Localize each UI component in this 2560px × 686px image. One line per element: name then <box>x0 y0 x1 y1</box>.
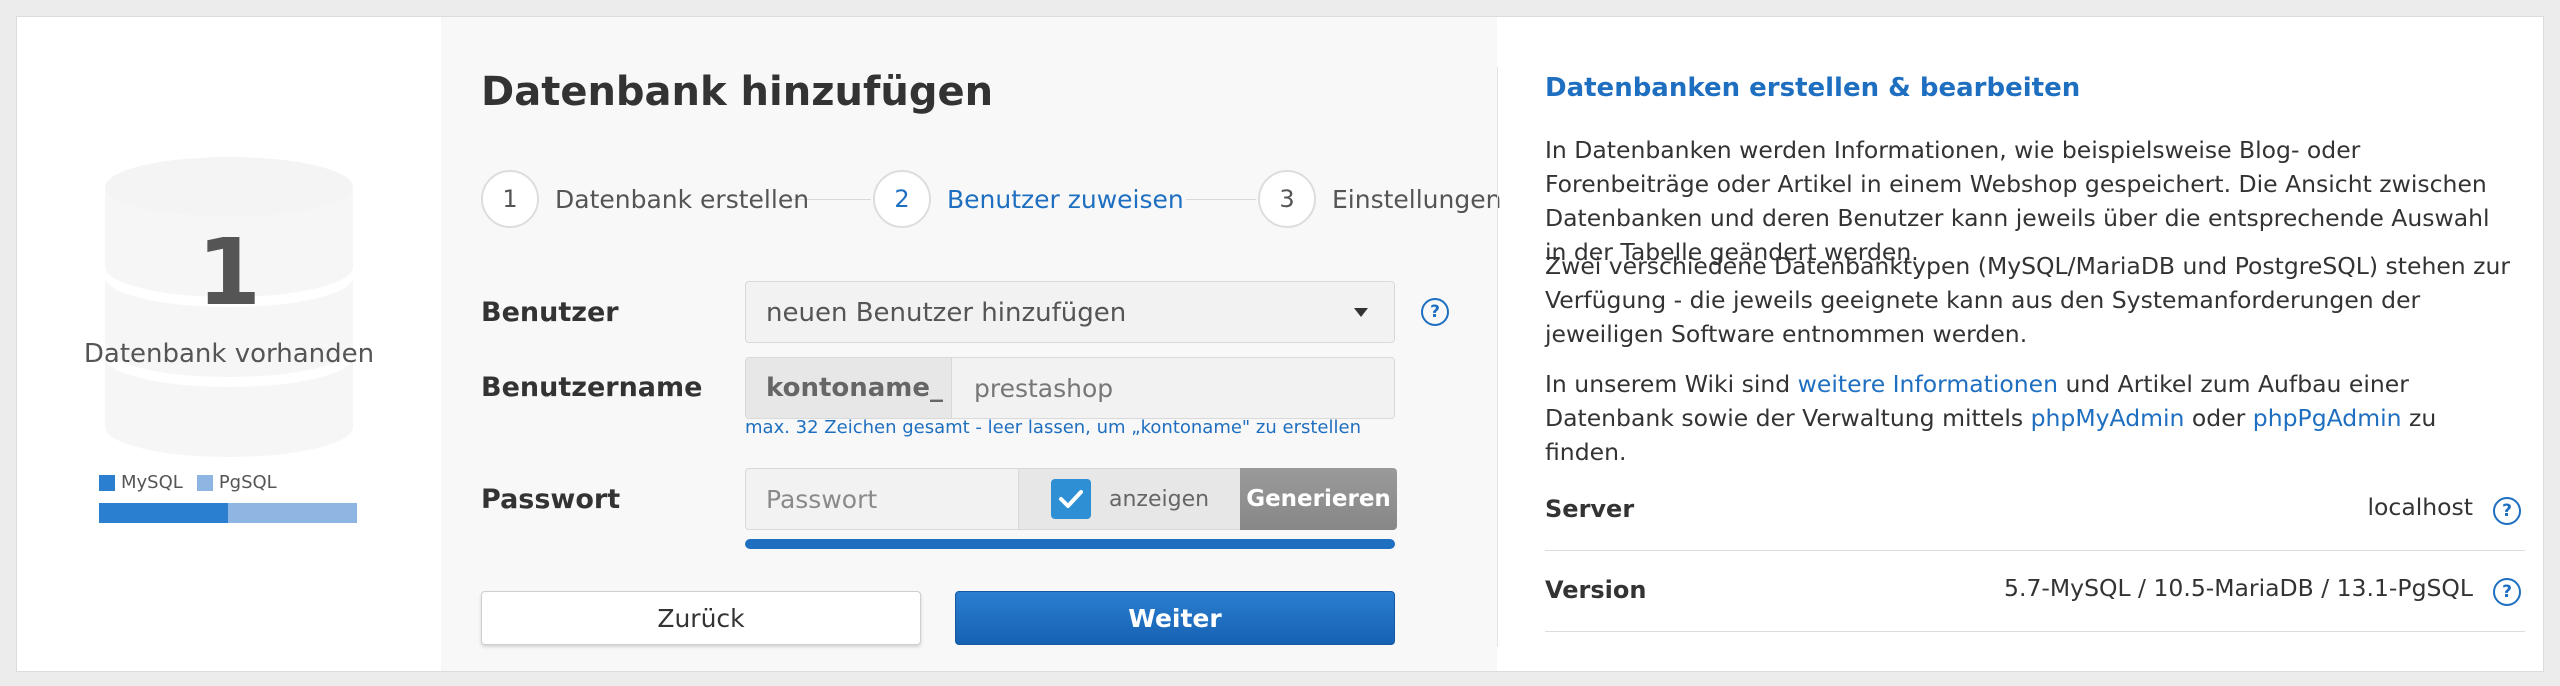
column-divider <box>1497 67 1498 647</box>
step-1-label: Datenbank erstellen <box>555 184 810 214</box>
version-row: Version 5.7-MySQL / 10.5-MariaDB / 13.1-… <box>1545 552 2525 632</box>
legend-swatch-mysql <box>99 474 115 491</box>
database-count-label: Datenbank vorhanden <box>83 339 375 369</box>
step-3[interactable]: 3 Einstellungen <box>1258 169 1501 229</box>
version-help-icon[interactable]: ? <box>2493 578 2521 606</box>
password-strength-bar <box>745 539 1395 549</box>
user-select[interactable]: neuen Benutzer hinzufügen <box>745 281 1395 343</box>
step-3-label: Einstellungen <box>1332 184 1502 214</box>
para3-text: In unserem Wiki sind <box>1545 370 1798 398</box>
password-field: anzeigen Generieren <box>745 468 1397 530</box>
database-type-legend: MySQL PgSQL <box>99 472 277 493</box>
step-2-label: Benutzer zuweisen <box>947 184 1184 214</box>
type-bar-pgsql <box>228 503 357 523</box>
show-password-toggle[interactable]: anzeigen <box>1018 469 1240 529</box>
legend-item-mysql: MySQL <box>99 472 183 493</box>
para3-text: oder <box>2184 404 2253 432</box>
legend-item-pgsql: PgSQL <box>196 472 277 493</box>
next-button[interactable]: Weiter <box>955 591 1395 645</box>
phpmyadmin-link[interactable]: phpMyAdmin <box>2031 404 2185 432</box>
server-value: localhost <box>2367 493 2474 521</box>
legend-label-mysql: MySQL <box>121 472 183 493</box>
add-database-form: Datenbank hinzufügen 1 Datenbank erstell… <box>441 17 1501 671</box>
step-2-number: 2 <box>873 170 931 228</box>
show-password-checkbox[interactable] <box>1051 479 1091 519</box>
legend-swatch-pgsql <box>196 474 213 491</box>
step-1-number: 1 <box>481 170 539 228</box>
wiki-info-link[interactable]: weitere Informationen <box>1798 370 2058 398</box>
password-label: Passwort <box>481 484 621 515</box>
username-label: Benutzername <box>481 372 703 403</box>
version-label: Version <box>1545 576 1647 604</box>
generate-password-button[interactable]: Generieren <box>1240 468 1397 530</box>
step-1[interactable]: 1 Datenbank erstellen <box>481 169 809 229</box>
chevron-down-icon <box>1354 308 1368 317</box>
info-paragraph-2: Zwei verschiedene Datenbanktypen (MySQL/… <box>1545 252 2511 348</box>
server-label: Server <box>1545 495 1635 523</box>
server-help-icon[interactable]: ? <box>2493 497 2521 525</box>
type-bar-mysql <box>99 503 228 523</box>
username-prefix: kontoname_ <box>746 358 952 418</box>
legend-label-pgsql: PgSQL <box>218 472 277 493</box>
username-hint: max. 32 Zeichen gesamt - leer lassen, um… <box>745 417 1361 438</box>
server-row: Server localhost ? <box>1545 471 2525 551</box>
user-help-icon[interactable]: ? <box>1421 298 1449 326</box>
database-stats-panel: 1 Datenbank vorhanden MySQL PgSQL <box>17 17 441 671</box>
show-password-label: anzeigen <box>1109 486 1210 512</box>
username-input[interactable] <box>952 358 1394 418</box>
step-connector <box>1186 199 1256 200</box>
form-title: Datenbank hinzufügen <box>481 69 994 115</box>
back-button[interactable]: Zurück <box>481 591 921 645</box>
checkmark-icon <box>1059 490 1083 508</box>
username-field[interactable]: kontoname_ <box>745 357 1395 419</box>
user-select-value: neuen Benutzer hinzufügen <box>766 298 1127 328</box>
user-label: Benutzer <box>481 297 619 328</box>
info-title: Datenbanken erstellen & bearbeiten <box>1545 73 2081 103</box>
wizard-steps: 1 Datenbank erstellen 2 Benutzer zuweise… <box>481 169 1501 229</box>
database-type-bar <box>99 503 357 523</box>
database-count: 1 <box>196 219 261 326</box>
phppgadmin-link[interactable]: phpPgAdmin <box>2253 404 2402 432</box>
step-3-number: 3 <box>1258 170 1316 228</box>
version-value: 5.7-MySQL / 10.5-MariaDB / 13.1-PgSQL <box>2004 574 2473 602</box>
password-input[interactable] <box>746 469 1018 529</box>
main-card: 1 Datenbank vorhanden MySQL PgSQL Datenb… <box>16 16 2544 672</box>
info-paragraph-3: In unserem Wiki sind weitere Information… <box>1545 367 2515 469</box>
step-2[interactable]: 2 Benutzer zuweisen <box>873 169 1184 229</box>
